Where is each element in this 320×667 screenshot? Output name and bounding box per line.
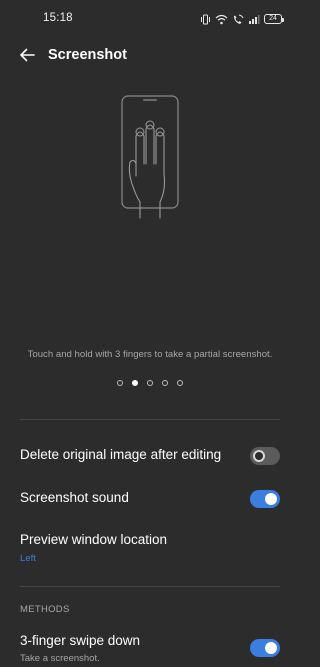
gesture-hint-text: Touch and hold with 3 fingers to take a … [27,349,273,360]
page-dot-2[interactable] [132,380,138,386]
delete-original-label: Delete original image after editing [20,447,222,462]
toggle-knob [265,642,277,654]
page-title: Screenshot [48,47,127,63]
battery-icon: 24 [264,14,284,24]
screenshot-sound-toggle[interactable] [250,490,280,508]
toggle-knob [265,493,277,505]
divider [20,586,280,587]
status-time: 15:18 [43,12,73,24]
page-dot-5[interactable] [177,380,183,386]
page-dot-1[interactable] [117,380,123,386]
status-bar: 15:18 24 [0,0,300,38]
status-icons: 24 [200,12,284,26]
three-finger-hand-icon [121,95,179,219]
methods-section-header: METHODS [20,604,70,615]
three-finger-swipe-label: 3-finger swipe down [20,633,141,648]
preview-location-value: Left [20,553,36,564]
page-dot-4[interactable] [162,380,168,386]
page-dot-3[interactable] [147,380,153,386]
back-button[interactable] [14,44,40,66]
back-arrow-icon [20,48,35,62]
app-bar: Screenshot [0,38,300,74]
preview-location-label: Preview window location [20,532,168,547]
delete-original-row[interactable]: Delete original image after editing [0,436,300,476]
page-indicator [0,380,300,386]
three-finger-swipe-description: Take a screenshot. [20,653,100,664]
divider [20,419,280,420]
signal-icon [249,14,260,24]
screenshot-sound-label: Screenshot sound [20,490,129,505]
preview-location-row[interactable]: Preview window location Left [0,522,300,570]
toggle-knob [253,450,265,462]
three-finger-swipe-toggle[interactable] [250,639,280,657]
wifi-calling-icon [234,14,244,24]
vibrate-icon [201,14,210,24]
screenshot-sound-row[interactable]: Screenshot sound [0,479,300,519]
delete-original-toggle[interactable] [250,447,280,465]
three-finger-swipe-row[interactable]: 3-finger swipe down Take a screenshot. [0,624,300,667]
wifi-icon [215,14,228,24]
